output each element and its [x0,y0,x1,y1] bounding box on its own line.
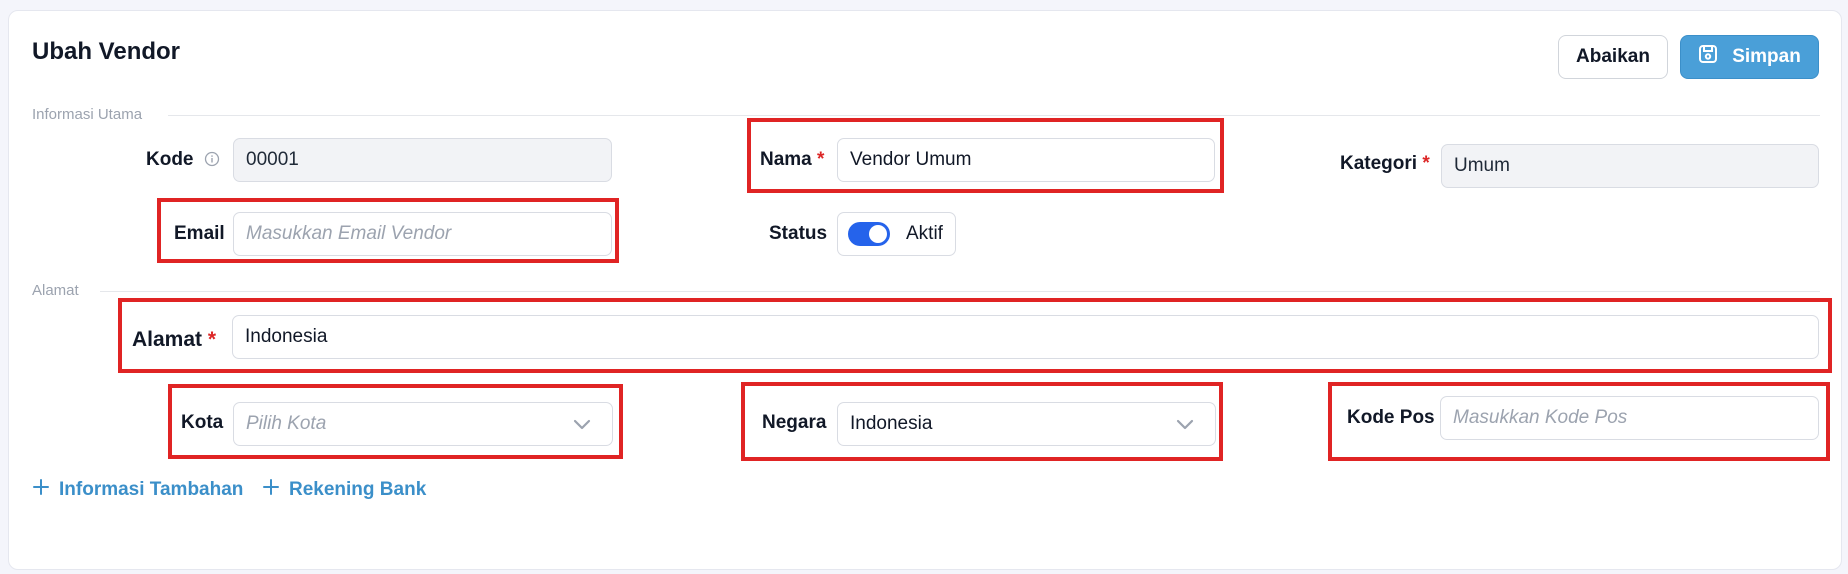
highlight-alamat [118,298,1832,373]
add-info-tambahan-link[interactable]: Informasi Tambahan [33,479,243,501]
add-rekening-bank-link[interactable]: Rekening Bank [263,479,426,501]
section-address-divider [100,291,1820,292]
kode-label: Kode [146,149,194,170]
highlight-email [157,198,619,263]
kode-input[interactable]: 00001 [233,138,612,182]
section-main-divider [168,115,1820,116]
kategori-input[interactable]: Umum [1441,144,1819,188]
page-title: Ubah Vendor [32,38,181,65]
cancel-button-label: Abaikan [1576,46,1650,67]
status-toggle[interactable] [848,222,890,246]
save-button[interactable]: Simpan [1680,35,1819,79]
save-icon [1698,44,1718,70]
status-value: Aktif [906,223,943,244]
status-toggle-field[interactable]: Aktif [837,212,956,256]
toggle-knob [869,225,887,243]
status-label: Status [769,223,828,244]
cancel-button[interactable]: Abaikan [1558,35,1668,79]
section-main-label: Informasi Utama [32,106,143,123]
rekening-bank-label: Rekening Bank [289,479,427,500]
section-address-label: Alamat [32,282,79,299]
kategori-value: Umum [1454,155,1510,176]
info-tambahan-label: Informasi Tambahan [59,479,244,500]
highlight-negara [741,382,1223,461]
plus-icon [263,479,279,501]
plus-icon [33,479,49,501]
highlight-kode-pos [1328,382,1830,461]
info-icon[interactable] [204,151,220,172]
highlight-kota [168,384,623,459]
save-button-label: Simpan [1732,46,1801,67]
highlight-nama [747,118,1224,193]
kategori-label-text: Kategori [1340,153,1418,174]
kategori-required-mark: * [1422,153,1430,174]
kategori-label: Kategori * [1340,153,1430,175]
kode-value: 00001 [246,149,299,170]
